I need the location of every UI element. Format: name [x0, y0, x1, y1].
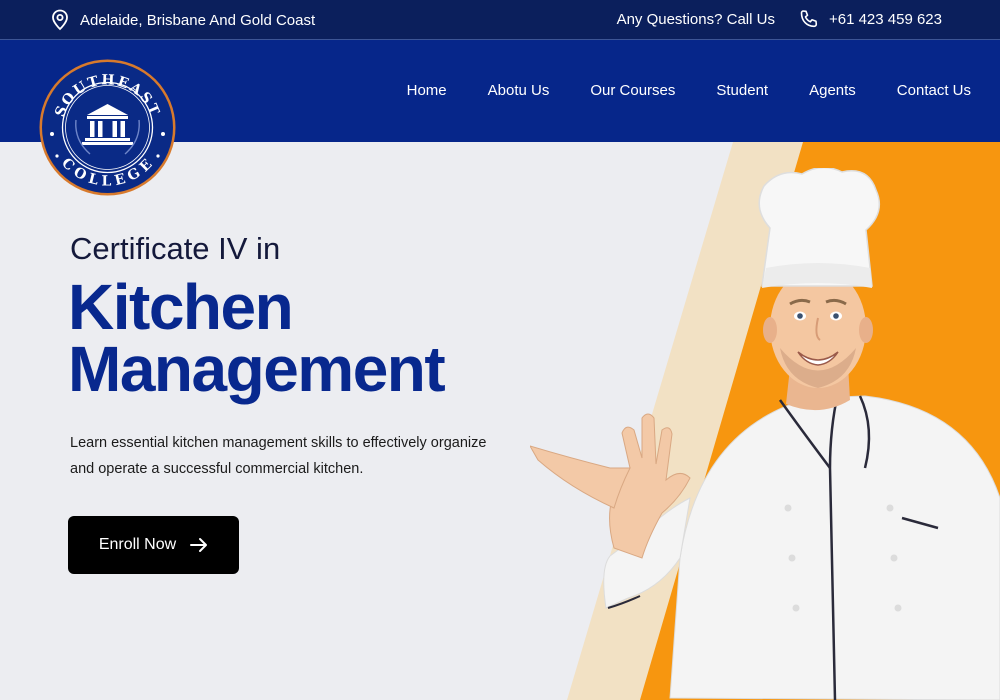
phone-icon [799, 9, 819, 29]
course-description: Learn essential kitchen management skill… [70, 435, 487, 477]
nav-item-contact[interactable]: Contact Us [897, 82, 971, 99]
question-text: Any Questions? Call Us [616, 10, 775, 28]
location-info: Adelaide, Brisbane And Gold Coast [50, 9, 315, 31]
course-subtitle: Certificate IV in [70, 231, 281, 266]
enroll-button-label: Enroll Now [98, 536, 177, 553]
phone-number-link[interactable]: +61 423 459 623 [829, 11, 942, 28]
nav-item-home[interactable]: Home [407, 82, 447, 99]
nav-menu: Home Abotu Us Our Courses Student Agents… [407, 82, 971, 99]
top-info-bar: Adelaide, Brisbane And Gold Coast Any Qu… [0, 0, 1000, 40]
nav-item-agents[interactable]: Agents [809, 82, 856, 99]
arrow-right-icon [190, 537, 208, 553]
course-title-line-2: Management [68, 333, 446, 405]
contact-info: Any Questions? Call Us +61 423 459 623 [617, 9, 942, 29]
location-text: Adelaide, Brisbane And Gold Coast [80, 11, 316, 29]
college-logo[interactable]: SOUTHEAST COLLEGE [38, 58, 177, 197]
nav-item-student[interactable]: Student [716, 82, 768, 99]
nav-item-about[interactable]: Abotu Us [488, 82, 550, 99]
enroll-now-button[interactable]: Enroll Now [68, 516, 239, 574]
chef-image [528, 166, 1000, 700]
nav-item-courses[interactable]: Our Courses [590, 82, 675, 99]
college-seal-icon: SOUTHEAST COLLEGE [39, 59, 176, 196]
course-title: Kitchen Management [68, 271, 446, 405]
location-pin-icon [50, 9, 70, 31]
course-title-line-1: Kitchen [68, 271, 294, 343]
